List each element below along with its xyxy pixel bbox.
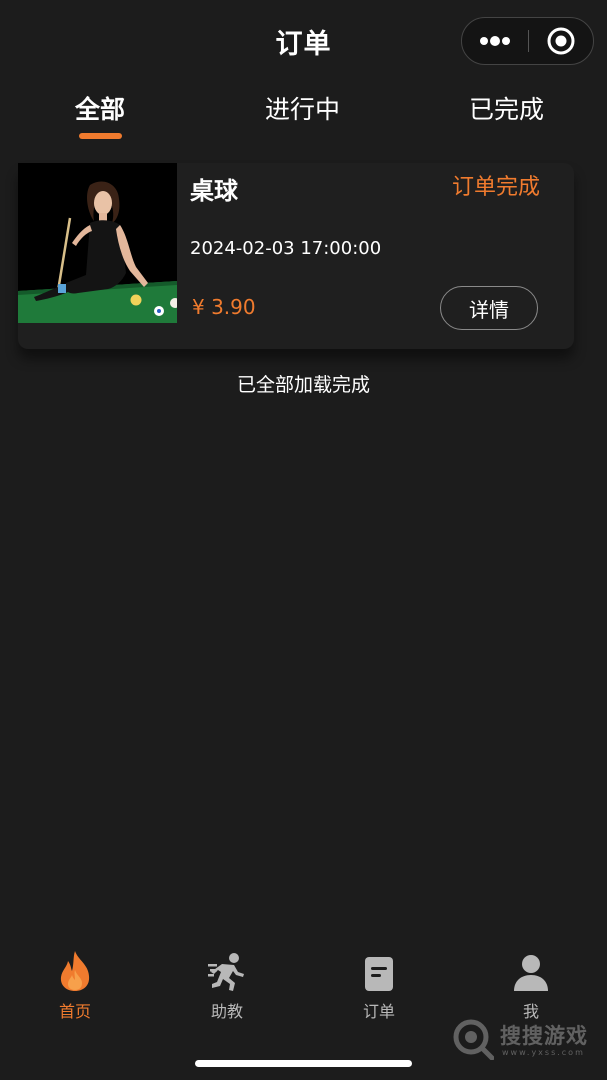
tabbar-item-assistant[interactable]: 助教 <box>177 950 277 1022</box>
order-status: 订单完成 <box>451 175 540 200</box>
close-mini-program-button[interactable] <box>529 18 593 64</box>
order-price: ¥ 3.90 <box>192 295 256 319</box>
tabbar-label-orders: 订单 <box>362 1002 395 1021</box>
order-tabs: 全部 进行中 已完成 <box>0 90 607 145</box>
order-card[interactable]: 桌球 订单完成 2024-02-03 17:00:00 ¥ 3.90 详情 <box>18 163 574 349</box>
home-indicator[interactable] <box>195 1060 412 1067</box>
tab-completed[interactable]: 已完成 <box>469 90 544 126</box>
order-thumbnail <box>18 163 177 323</box>
running-person-icon <box>208 953 244 991</box>
flame-icon <box>60 951 90 991</box>
order-time: 2024-02-03 17:00:00 <box>190 238 382 259</box>
user-icon <box>514 955 548 991</box>
tabbar-item-home[interactable]: 首页 <box>25 950 125 1022</box>
tab-all[interactable]: 全部 <box>75 90 125 126</box>
document-icon <box>365 957 393 991</box>
watermark-text: 搜搜游戏 <box>500 1024 588 1048</box>
target-close-icon <box>547 27 575 55</box>
load-complete-text: 已全部加载完成 <box>236 374 370 396</box>
more-options-button[interactable] <box>462 18 528 64</box>
more-dots-icon <box>480 36 510 46</box>
billiards-photo <box>18 163 177 323</box>
tab-in-progress[interactable]: 进行中 <box>265 90 340 126</box>
mini-program-capsule <box>461 17 594 65</box>
watermark: 搜搜游戏 www.yxss.com <box>452 1018 602 1062</box>
detail-button[interactable]: 详情 <box>440 286 538 330</box>
active-tab-indicator <box>79 133 122 139</box>
order-title: 桌球 <box>190 177 238 205</box>
tabbar-item-orders[interactable]: 订单 <box>329 950 429 1022</box>
tabbar-item-me[interactable]: 我 <box>481 950 581 1022</box>
tabbar-label-assistant: 助教 <box>210 1002 243 1021</box>
magnifier-logo-icon <box>453 1019 494 1060</box>
tabbar-label-home: 首页 <box>58 1002 91 1021</box>
watermark-url: www.yxss.com <box>502 1048 585 1057</box>
